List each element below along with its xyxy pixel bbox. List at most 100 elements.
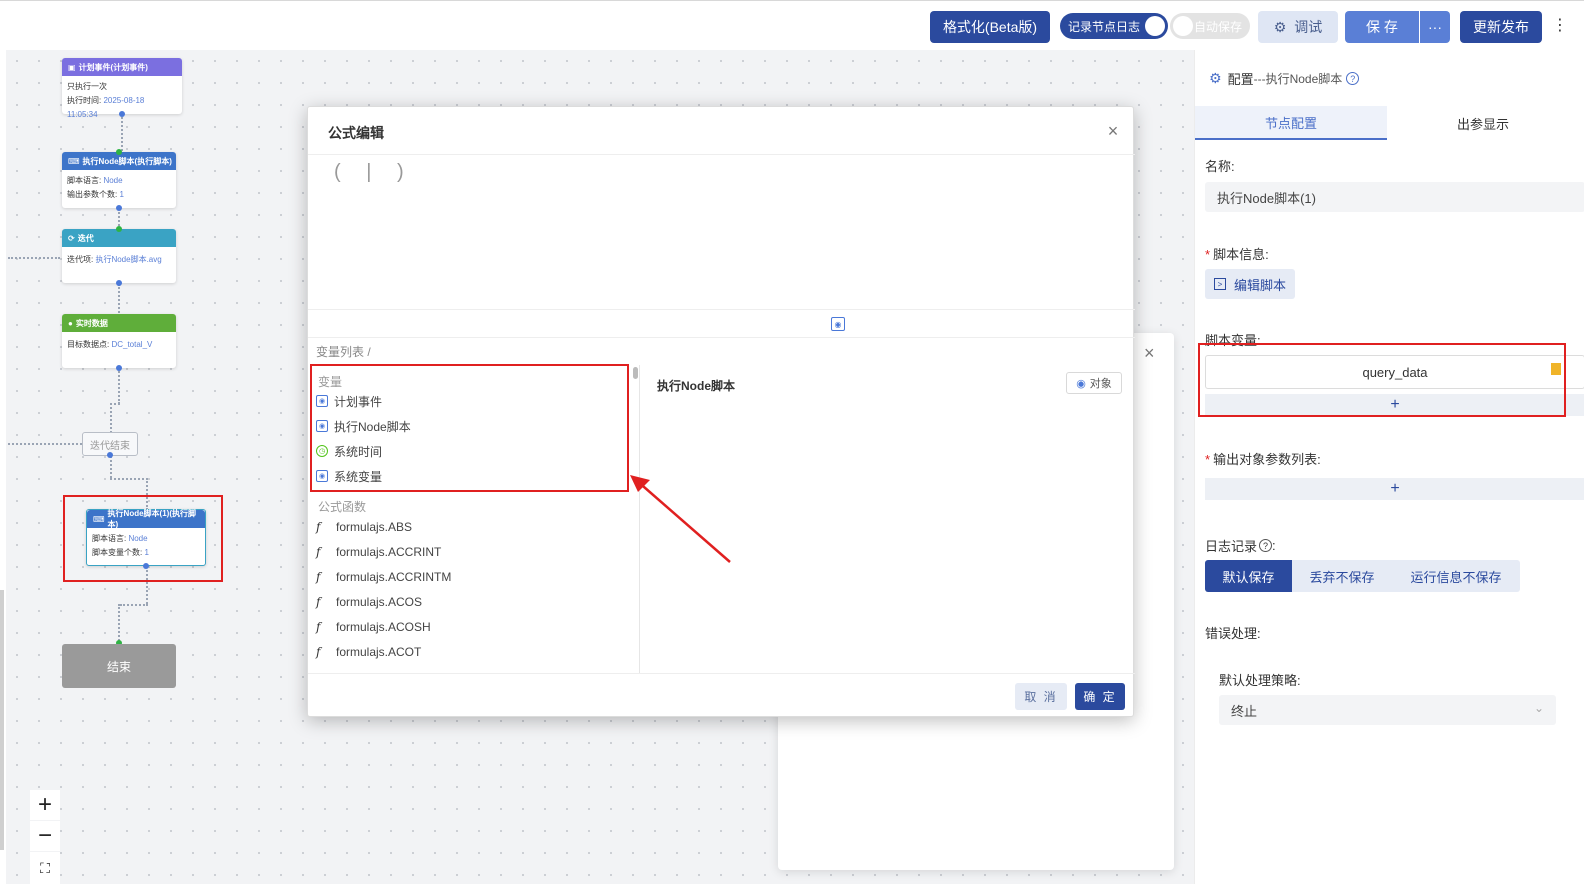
function-icon: f bbox=[316, 570, 321, 584]
port-dot[interactable] bbox=[119, 111, 125, 117]
function-label: formulajs.ACOS bbox=[336, 595, 423, 609]
highlight-box bbox=[310, 364, 629, 492]
node-title: 实时数据 bbox=[75, 318, 108, 328]
node-key: 执行时间: bbox=[67, 96, 104, 105]
debug-label: 调试 bbox=[1294, 19, 1323, 35]
script-info-label: * 脚本信息: bbox=[1205, 247, 1269, 262]
output-params-label: * 输出对象参数列表: bbox=[1205, 452, 1321, 467]
node-header: ▣ 计划事件(计划事件) bbox=[62, 58, 182, 76]
config-panel: ⚙ 配置 ---执行Node脚本 ? 节点配置 出参显示 名称: 执行Node脚… bbox=[1194, 50, 1584, 884]
breadcrumb: 变量列表 / bbox=[316, 345, 371, 359]
badge-label: 对象 bbox=[1089, 378, 1112, 390]
close-icon[interactable]: × bbox=[1144, 343, 1155, 364]
function-icon: f bbox=[316, 545, 321, 559]
port-dot[interactable] bbox=[116, 365, 122, 371]
log-toggle[interactable]: 记录节点日志 bbox=[1060, 13, 1169, 39]
function-item[interactable]: f formulajs.ACOS bbox=[316, 591, 422, 613]
node-key: 目标数据点: bbox=[67, 340, 112, 349]
edit-script-button[interactable]: > 编辑脚本 bbox=[1205, 269, 1295, 299]
zoom-out-button[interactable]: − bbox=[30, 821, 60, 851]
strategy-select[interactable]: 终止 ⌄ bbox=[1219, 695, 1556, 725]
port-dot[interactable] bbox=[116, 226, 122, 232]
function-item[interactable]: f formulajs.ABS bbox=[316, 516, 412, 538]
node-script[interactable]: ⌨ 执行Node脚本(执行脚本) 脚本语言: Node 输出参数个数: 1 bbox=[62, 152, 176, 208]
node-key: 脚本语言: bbox=[67, 176, 104, 185]
canvas-edge bbox=[0, 590, 4, 850]
add-output-param-button[interactable]: + bbox=[1205, 478, 1584, 500]
port-dot[interactable] bbox=[116, 280, 122, 286]
detail-title: 执行Node脚本 bbox=[657, 379, 736, 393]
toggle-knob bbox=[1145, 16, 1166, 36]
name-input[interactable]: 执行Node脚本(1) bbox=[1205, 182, 1584, 212]
panel-title: ⚙ 配置 ---执行Node脚本 ? bbox=[1209, 69, 1360, 88]
zoom-in-button[interactable]: + bbox=[30, 790, 60, 820]
log-toggle-label: 记录节点日志 bbox=[1068, 19, 1141, 34]
highlight-box bbox=[1198, 343, 1566, 417]
highlight-box bbox=[63, 495, 223, 582]
more-icon[interactable]: ⋮ bbox=[1552, 15, 1568, 35]
node-title: 计划事件(计划事件) bbox=[78, 62, 148, 72]
top-toolbar: 格式化(Beta版) 记录节点日志 自动保存 ⚙ 调试 保 存 ··· 更新发布… bbox=[0, 0, 1584, 50]
tab-node-config[interactable]: 节点配置 bbox=[1195, 106, 1387, 140]
autosave-toggle[interactable]: 自动保存 bbox=[1170, 13, 1251, 39]
connector bbox=[118, 284, 120, 316]
formula-editor[interactable]: ( | ) bbox=[334, 161, 414, 184]
divider bbox=[308, 154, 1135, 155]
log-label: 日志记录 ? : bbox=[1205, 538, 1276, 554]
node-end[interactable]: 结束 bbox=[62, 644, 176, 688]
bug-icon: ⚙ bbox=[1273, 18, 1287, 35]
terminal-icon: > bbox=[1213, 278, 1226, 290]
calendar-icon: ▣ bbox=[68, 62, 76, 72]
node-iteration[interactable]: ⟳ 迭代 迭代项: 执行Node脚本.avg bbox=[62, 229, 176, 283]
function-item[interactable]: f formulajs.ACOSH bbox=[316, 616, 431, 638]
debug-button[interactable]: ⚙ 调试 bbox=[1258, 11, 1338, 43]
function-label: formulajs.ACOT bbox=[336, 645, 422, 659]
function-label: formulajs.ACOSH bbox=[336, 620, 431, 634]
cancel-button[interactable]: 取 消 bbox=[1015, 683, 1067, 710]
function-icon: f bbox=[316, 595, 321, 609]
node-value: DC_total_V bbox=[111, 340, 153, 349]
panel-title-text: 配置 bbox=[1227, 72, 1254, 87]
close-icon[interactable]: × bbox=[1103, 121, 1123, 142]
fit-view-icon[interactable]: ⛶ bbox=[30, 852, 60, 884]
port-dot[interactable] bbox=[116, 149, 122, 155]
node-realtime-data[interactable]: ● 实时数据 目标数据点: DC_total_V bbox=[62, 314, 176, 368]
publish-button[interactable]: 更新发布 bbox=[1460, 11, 1542, 43]
node-plan-event[interactable]: ▣ 计划事件(计划事件) 只执行一次 执行时间: 2025-08-18 11:0… bbox=[62, 58, 182, 119]
object-icon: ◉ bbox=[1076, 377, 1086, 390]
log-option-discard[interactable]: 丢弃不保存 bbox=[1292, 560, 1392, 592]
ok-button[interactable]: 确 定 bbox=[1075, 683, 1125, 710]
function-icon: f bbox=[316, 620, 321, 634]
scrollbar[interactable] bbox=[633, 367, 638, 379]
format-button[interactable]: 格式化(Beta版) bbox=[930, 11, 1050, 43]
panel-subtitle: ---执行Node脚本 bbox=[1253, 72, 1343, 86]
divider bbox=[308, 309, 1135, 310]
function-item[interactable]: f formulajs.ACCRINT bbox=[316, 541, 441, 563]
function-item[interactable]: f formulajs.ACCRINTM bbox=[316, 566, 451, 588]
port-dot[interactable] bbox=[116, 205, 122, 211]
dialog-title: 公式编辑 bbox=[328, 125, 384, 141]
gear-icon: ⚙ bbox=[1209, 70, 1222, 86]
help-icon[interactable]: ? bbox=[1346, 72, 1360, 85]
node-title: 迭代 bbox=[77, 233, 94, 243]
divider bbox=[308, 673, 1135, 674]
port-dot[interactable] bbox=[107, 452, 113, 458]
expand-icon[interactable]: ◉ bbox=[831, 317, 845, 331]
node-key: 迭代项: bbox=[67, 255, 96, 264]
connector bbox=[120, 604, 148, 606]
function-icon: f bbox=[316, 520, 321, 534]
function-label: formulajs.ACCRINTM bbox=[336, 570, 452, 584]
function-item[interactable]: f formulajs.ACOT bbox=[316, 641, 421, 663]
log-option-default[interactable]: 默认保存 bbox=[1205, 560, 1292, 592]
help-icon[interactable]: ? bbox=[1259, 539, 1273, 552]
tab-output-display[interactable]: 出参显示 bbox=[1387, 106, 1579, 140]
save-more-button[interactable]: ··· bbox=[1420, 11, 1450, 43]
data-icon: ● bbox=[68, 318, 73, 328]
save-button[interactable]: 保 存 bbox=[1345, 11, 1419, 43]
log-option-no-runinfo[interactable]: 运行信息不保存 bbox=[1392, 560, 1520, 592]
toggle-knob bbox=[1173, 16, 1193, 36]
node-header: ● 实时数据 bbox=[62, 314, 176, 332]
node-value: 1 bbox=[119, 190, 124, 199]
node-key: 输出参数个数: bbox=[67, 190, 120, 199]
node-title: 执行Node脚本(执行脚本) bbox=[82, 156, 172, 166]
